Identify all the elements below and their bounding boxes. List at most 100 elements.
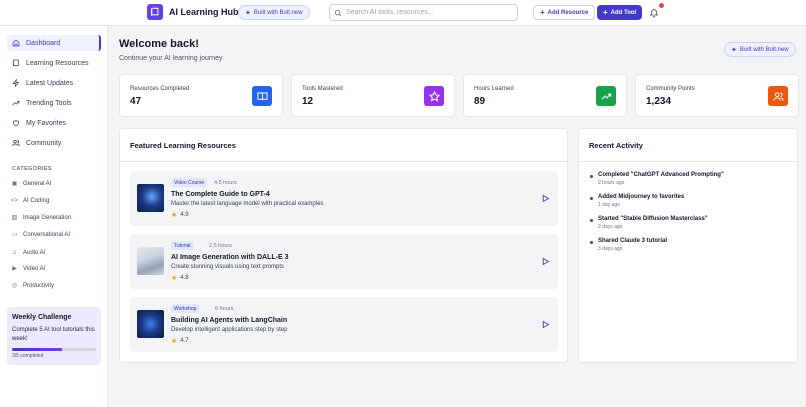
featured-resources-panel: Featured Learning Resources Video Course… [119, 128, 568, 363]
resource-title: The Complete Guide to GPT-4 [171, 191, 270, 198]
sidebar-item-label: Trending Tools [26, 99, 72, 107]
recent-activity-panel: Recent Activity Completed "ChatGPT Advan… [578, 128, 798, 363]
resource-title: Building AI Agents with LangChain [171, 317, 288, 324]
category-label: AI Coding [23, 197, 50, 204]
page-title: Welcome back! [119, 38, 199, 50]
sidebar-item-dashboard[interactable]: Dashboard [7, 35, 101, 51]
resource-card[interactable]: Video Course 4.5 hours The Complete Guid… [130, 171, 558, 226]
divider [579, 161, 797, 162]
category-video-ai[interactable]: ▶ Video AI [11, 263, 45, 274]
category-audio-ai[interactable]: ♫ Audio AI [11, 247, 45, 258]
add-resource-button[interactable]: + Add Resource [533, 5, 596, 20]
sparkle-icon: ✦ [731, 46, 737, 54]
category-conversational-ai[interactable]: ▭ Conversational AI [11, 229, 70, 240]
weekly-challenge-card: Weekly Challenge Complete 5 AI tool tuto… [7, 307, 101, 365]
music-icon: ♫ [12, 249, 17, 256]
book-icon [12, 59, 19, 67]
trending-up-icon [596, 86, 616, 106]
resource-rating: ★ 4.7 [171, 337, 189, 345]
categories-heading: CATEGORIES [12, 166, 52, 172]
challenge-progress-label: 3/5 completed [12, 353, 44, 359]
resource-thumbnail [137, 310, 164, 338]
challenge-progress-fill [12, 348, 63, 351]
heart-icon [12, 120, 20, 127]
category-image-generation[interactable]: ▧ Image Generation [11, 212, 71, 223]
play-icon[interactable] [541, 257, 550, 266]
sidebar-item-learning-resources[interactable]: Learning Resources [7, 55, 101, 71]
sparkle-icon: ✦ [245, 9, 251, 17]
activity-dot [590, 175, 593, 178]
resource-card[interactable]: Workshop 6 hours Building AI Agents with… [130, 297, 558, 352]
built-with-bolt-badge[interactable]: ✦ Built with Bolt.new [238, 5, 310, 20]
category-ai-coding[interactable]: <> AI Coding [11, 195, 49, 206]
category-label: Productivity [23, 282, 55, 289]
add-tool-label: Add Tool [610, 9, 637, 16]
sidebar-item-latest-updates[interactable]: Latest Updates [7, 75, 101, 91]
home-icon [12, 39, 20, 47]
page-subtitle: Continue your AI learning journey [119, 55, 223, 62]
resource-duration: 4.5 hours [214, 180, 237, 186]
category-productivity[interactable]: ◎ Productivity [11, 280, 54, 291]
activity-text: Shared Claude 3 tutorial [598, 238, 668, 244]
sidebar-item-community[interactable]: Community [7, 135, 101, 151]
star-icon: ★ [171, 275, 178, 282]
resource-title: AI Image Generation with DALL-E 3 [171, 254, 289, 261]
star-icon: ★ [171, 212, 178, 219]
category-label: Video AI [23, 265, 46, 272]
featured-resources-title: Featured Learning Resources [130, 141, 236, 150]
target-icon: ◎ [11, 283, 18, 289]
built-with-label: Built with Bolt.new [253, 9, 303, 16]
app-logo[interactable] [147, 4, 163, 20]
challenge-progress-bar [12, 348, 96, 351]
sidebar-item-label: Dashboard [26, 39, 61, 47]
search-icon [334, 9, 342, 16]
resource-duration: 6 hours [215, 306, 234, 312]
activity-dot [590, 219, 593, 222]
play-icon[interactable] [541, 320, 550, 329]
challenge-title: Weekly Challenge [12, 314, 72, 321]
built-with-bolt-badge[interactable]: ✦ Built with Bolt.new [724, 42, 796, 57]
star-icon: ★ [171, 338, 178, 345]
add-tool-button[interactable]: + Add Tool [597, 5, 643, 20]
category-general-ai[interactable]: ▣ General AI [11, 178, 52, 189]
resource-type-badge: Tutorial [171, 241, 194, 250]
sidebar-item-label: Community [26, 139, 62, 147]
star-icon [424, 86, 444, 106]
search-box[interactable] [329, 4, 518, 21]
activity-time: 2 hours ago [598, 180, 625, 186]
resource-thumbnail [137, 184, 164, 212]
users-icon [12, 139, 20, 147]
recent-activity-title: Recent Activity [589, 141, 643, 150]
stat-card-resources-completed: Resources Completed 47 [119, 74, 283, 117]
bell-icon[interactable] [649, 7, 659, 18]
stat-label: Community Points [646, 86, 695, 92]
category-label: Conversational AI [23, 231, 71, 238]
video-icon: ▶ [12, 266, 17, 272]
divider [120, 161, 567, 162]
sidebar-item-my-favorites[interactable]: My Favorites [7, 115, 101, 131]
chat-icon: ▭ [11, 232, 18, 238]
play-icon[interactable] [541, 194, 550, 203]
sidebar-item-label: Latest Updates [26, 79, 74, 87]
activity-dot [590, 241, 593, 244]
resource-description: Develop intelligent applications step by… [171, 327, 288, 333]
activity-text: Started "Stable Diffusion Masterclass" [598, 216, 708, 222]
resource-rating: ★ 4.8 [171, 274, 189, 282]
resource-card[interactable]: Tutorial 2.5 hours AI Image Generation w… [130, 234, 558, 289]
stat-card-tools-mastered: Tools Mastered 12 [291, 74, 455, 117]
users-icon [768, 86, 788, 106]
activity-time: 3 days ago [598, 246, 623, 252]
stat-label: Resources Completed [130, 86, 190, 92]
activity-time: 2 days ago [598, 224, 623, 230]
sidebar-item-trending-tools[interactable]: Trending Tools [7, 95, 101, 111]
stat-value: 89 [474, 96, 486, 107]
activity-text: Added Midjourney to favorites [598, 194, 685, 200]
search-input[interactable] [346, 9, 506, 16]
sidebar-item-label: Learning Resources [26, 59, 89, 67]
top-header: AI Learning Hub ✦ Built with Bolt.new + … [0, 0, 806, 26]
notification-dot [659, 3, 664, 8]
code-icon: <> [11, 197, 19, 204]
resource-type-badge: Video Course [171, 178, 208, 187]
stat-label: Tools Mastered [302, 86, 343, 92]
book-icon [151, 7, 159, 16]
